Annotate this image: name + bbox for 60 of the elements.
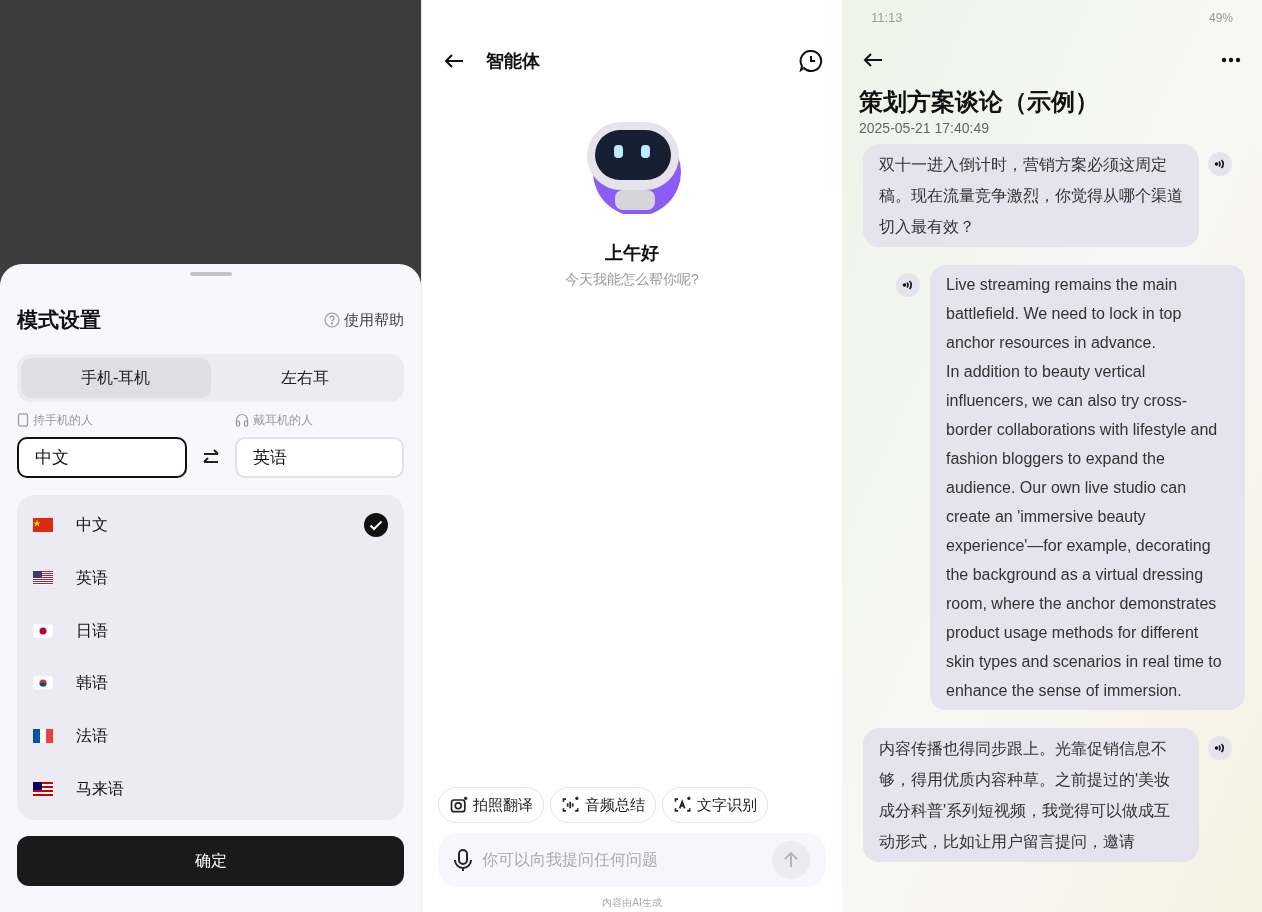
flag-icon xyxy=(33,570,53,585)
message-text: Live streaming remains the main battlefield. We need to lock in top anchor resources in advance. xyxy=(946,275,1183,353)
field-label: 持手机的人 xyxy=(33,411,93,429)
flag-icon xyxy=(33,676,53,691)
arrow-up-icon xyxy=(784,852,798,868)
camera-icon xyxy=(449,795,469,815)
status-time: 11:13 xyxy=(871,9,903,28)
language-item[interactable]: 马来语 xyxy=(17,764,404,815)
language-name: 英语 xyxy=(76,567,109,588)
ai-disclaimer: 内容由AI生成 xyxy=(602,896,662,910)
flag-icon xyxy=(33,623,53,638)
greeting: 上午好 xyxy=(605,242,659,265)
language-name: 日语 xyxy=(76,620,109,641)
language-name: 韩语 xyxy=(76,673,109,694)
flag-icon xyxy=(33,729,53,744)
sheet-title: 模式设置 xyxy=(17,307,101,333)
language-item[interactable]: 韩语 xyxy=(17,658,404,709)
drag-handle[interactable] xyxy=(189,272,232,276)
chat-history-icon[interactable] xyxy=(799,49,823,73)
language-field[interactable]: 英语 xyxy=(234,436,404,478)
help-link[interactable]: 使用帮助 xyxy=(344,308,404,331)
speaker-icon[interactable] xyxy=(896,273,920,297)
ask-field[interactable]: 你可以向我提问任何问题 xyxy=(438,833,826,887)
flag-icon xyxy=(33,782,53,797)
greeting-subtitle: 今天我能怎么帮你呢? xyxy=(565,270,699,289)
language-item[interactable]: 英语 xyxy=(17,552,404,603)
battery-level: 49% xyxy=(1208,10,1233,27)
transcript-title: 策划方案谈论（示例） xyxy=(859,87,1100,117)
message-text: 内容传播也得同步跟上。光靠促销信息不够，得用优质内容种草。之前提过的'美妆成分科普'系列短视频，我觉得可以做成互动形式，比如让用户留言提问，邀请 xyxy=(879,739,1172,852)
phone-icon xyxy=(17,412,29,427)
microphone-icon[interactable] xyxy=(454,848,472,872)
language-item[interactable]: 法语 xyxy=(17,711,404,762)
tool-chip[interactable]: 文字识别 xyxy=(662,787,768,823)
language-name: 法语 xyxy=(76,726,109,747)
tool-chip[interactable]: 拍照翻译 xyxy=(438,787,544,823)
confirm-button[interactable]: 确定 xyxy=(17,835,404,886)
language-name: 中文 xyxy=(76,514,109,535)
message-text: In addition to beauty vertical influencers, we can also try cross-border collaborations with lifestyle and fashion bloggers to expand the audience. Our own live studio can create an 'immersive beauty experience'—for example, decorating the background as a virtual dressing room, where the anchor demonstrates product usage methods for different skin types and scenarios in real time to enhance the sense of immersion. xyxy=(946,362,1223,701)
speaker-icon[interactable] xyxy=(1208,736,1232,760)
language-field[interactable]: 中文 xyxy=(17,436,187,478)
more-icon[interactable] xyxy=(1221,57,1241,63)
ask-input[interactable]: 你可以向我提问任何问题 xyxy=(482,848,772,872)
text-scan-icon xyxy=(673,795,693,815)
back-icon[interactable] xyxy=(863,52,883,68)
mode-tab[interactable]: 手机-耳机 xyxy=(21,357,211,398)
audio-wave-icon xyxy=(561,795,581,815)
language-name: 马来语 xyxy=(76,779,125,800)
transcript-date: 2025-05-21 17:40:49 xyxy=(859,119,990,138)
language-item[interactable]: 中文 xyxy=(17,499,404,550)
page-title: 智能体 xyxy=(486,49,541,73)
headphones-icon xyxy=(234,412,249,427)
field-label: 戴耳机的人 xyxy=(252,411,313,429)
back-icon[interactable] xyxy=(444,53,464,69)
flag-icon xyxy=(33,517,53,532)
help-icon[interactable] xyxy=(324,311,340,328)
language-item[interactable]: 日语 xyxy=(17,605,404,656)
speaker-icon[interactable] xyxy=(1208,152,1232,176)
mode-tab[interactable]: 左右耳 xyxy=(210,357,400,398)
message-text: 双十一进入倒计时，营销方案必须这周定稿。现在流量竞争激烈，你觉得从哪个渠道切入最有效？ xyxy=(879,155,1183,237)
tool-chip[interactable]: 音频总结 xyxy=(550,787,656,823)
